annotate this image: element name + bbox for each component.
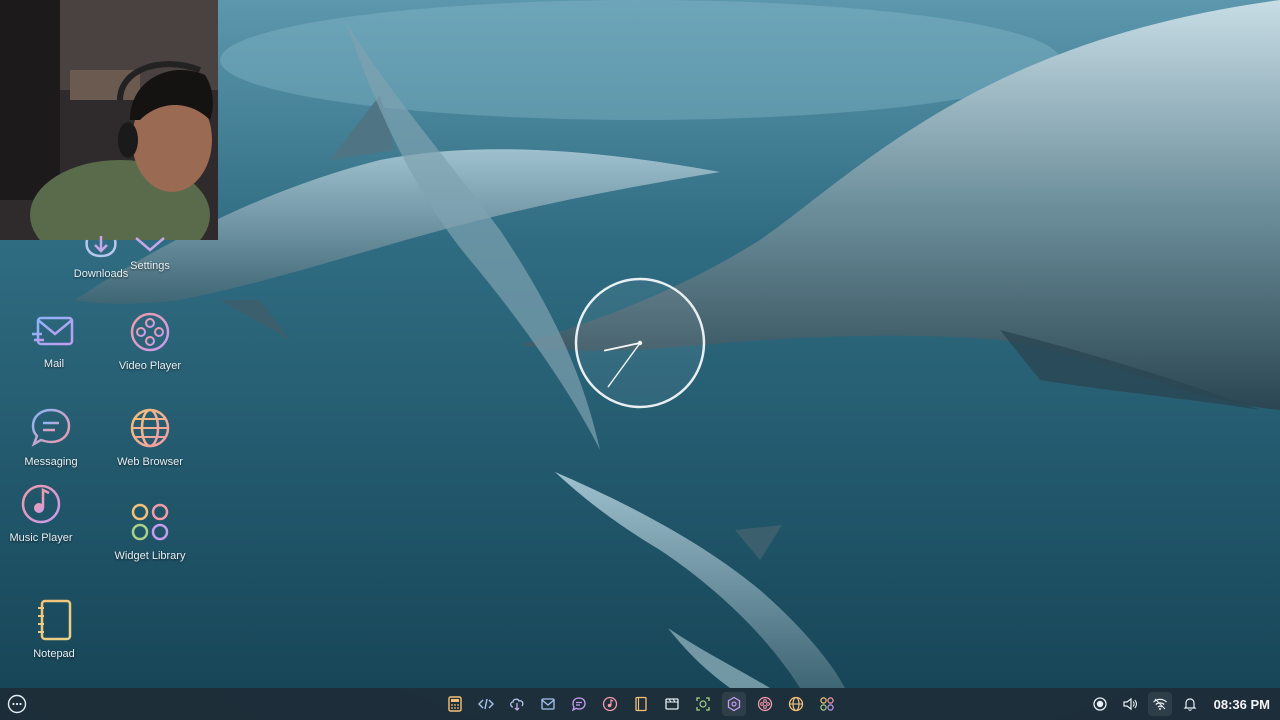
dock-video-editor[interactable] bbox=[660, 692, 684, 716]
desktop-icon-label: Messaging bbox=[24, 456, 78, 468]
notepad-icon bbox=[38, 599, 72, 641]
desktop-icon-label: Web Browser bbox=[117, 456, 183, 468]
globe-icon bbox=[130, 408, 170, 448]
music-disc-icon bbox=[21, 484, 61, 524]
dock-mail[interactable] bbox=[536, 692, 560, 716]
taskbar-dock bbox=[443, 692, 839, 716]
desktop-icon-label: Music Player bbox=[9, 532, 73, 544]
cloud-download-icon bbox=[510, 698, 524, 711]
webcam-person-image bbox=[0, 0, 218, 240]
desktop-icon-video-player[interactable]: Video Player bbox=[102, 310, 198, 372]
chat-bubble-icon bbox=[31, 408, 71, 447]
desktop-icon-label: Mail bbox=[43, 358, 65, 370]
desktop-icon-web-browser[interactable]: Web Browser bbox=[102, 406, 198, 468]
video-player-icon bbox=[757, 696, 773, 712]
mail-icon bbox=[541, 698, 555, 710]
more-options-icon bbox=[7, 694, 27, 714]
settings-icon bbox=[135, 237, 165, 252]
desktop-icon-mail[interactable]: Mail bbox=[6, 312, 102, 370]
desktop-icon-notepad[interactable]: Notepad bbox=[6, 598, 102, 660]
desktop-icon-label: Video Player bbox=[118, 360, 182, 372]
dock-calculator[interactable] bbox=[443, 692, 467, 716]
dock-messaging[interactable] bbox=[567, 692, 591, 716]
wifi-icon bbox=[1152, 698, 1167, 710]
tray-wifi[interactable] bbox=[1147, 692, 1172, 716]
analog-clock-widget[interactable] bbox=[573, 276, 707, 410]
tray-notifications[interactable] bbox=[1178, 692, 1202, 716]
screen-record-icon bbox=[1092, 697, 1107, 711]
tray-screen-record[interactable] bbox=[1088, 692, 1112, 716]
desktop-icon-music-player[interactable]: Music Player bbox=[0, 482, 89, 544]
settings-icon bbox=[727, 696, 741, 712]
tray-volume[interactable] bbox=[1118, 692, 1142, 716]
widget-grid-icon bbox=[820, 697, 834, 711]
globe-icon bbox=[788, 696, 804, 712]
desktop-icon-messaging[interactable]: Messaging bbox=[3, 406, 99, 468]
desktop-icon-settings[interactable]: Settings bbox=[102, 236, 198, 272]
taskbar: 08:36 PM bbox=[0, 688, 1280, 720]
code-icon bbox=[478, 698, 494, 710]
bell-icon bbox=[1183, 698, 1197, 711]
volume-icon bbox=[1123, 697, 1137, 711]
dock-downloads[interactable] bbox=[505, 692, 529, 716]
film-reel-icon bbox=[130, 312, 170, 352]
desktop-icon-widget-library[interactable]: Widget Library bbox=[102, 500, 198, 562]
taskbar-clock-time[interactable]: 08:36 PM bbox=[1214, 697, 1270, 712]
calculator-icon bbox=[448, 696, 462, 712]
screenshot-icon bbox=[696, 697, 710, 711]
dock-settings[interactable] bbox=[722, 692, 746, 716]
dock-code-editor[interactable] bbox=[474, 692, 498, 716]
desktop-icon-label: Settings bbox=[130, 260, 170, 272]
music-icon bbox=[602, 696, 618, 712]
webcam-overlay bbox=[0, 0, 218, 240]
dock-web-browser[interactable] bbox=[784, 692, 808, 716]
launcher-button[interactable] bbox=[5, 692, 29, 716]
mail-icon bbox=[32, 316, 74, 346]
system-tray: 08:36 PM bbox=[1088, 688, 1280, 720]
desktop-icon-label: Widget Library bbox=[114, 550, 186, 562]
dock-screenshot[interactable] bbox=[691, 692, 715, 716]
video-editor-icon bbox=[665, 698, 679, 710]
desktop-icon-label: Notepad bbox=[33, 648, 75, 660]
notepad-icon bbox=[635, 696, 647, 712]
dock-music-player[interactable] bbox=[598, 692, 622, 716]
dock-widget-library[interactable] bbox=[815, 692, 839, 716]
dock-notepad[interactable] bbox=[629, 692, 653, 716]
widget-grid-icon bbox=[131, 503, 169, 541]
dock-video-player[interactable] bbox=[753, 692, 777, 716]
chat-icon bbox=[571, 697, 586, 712]
